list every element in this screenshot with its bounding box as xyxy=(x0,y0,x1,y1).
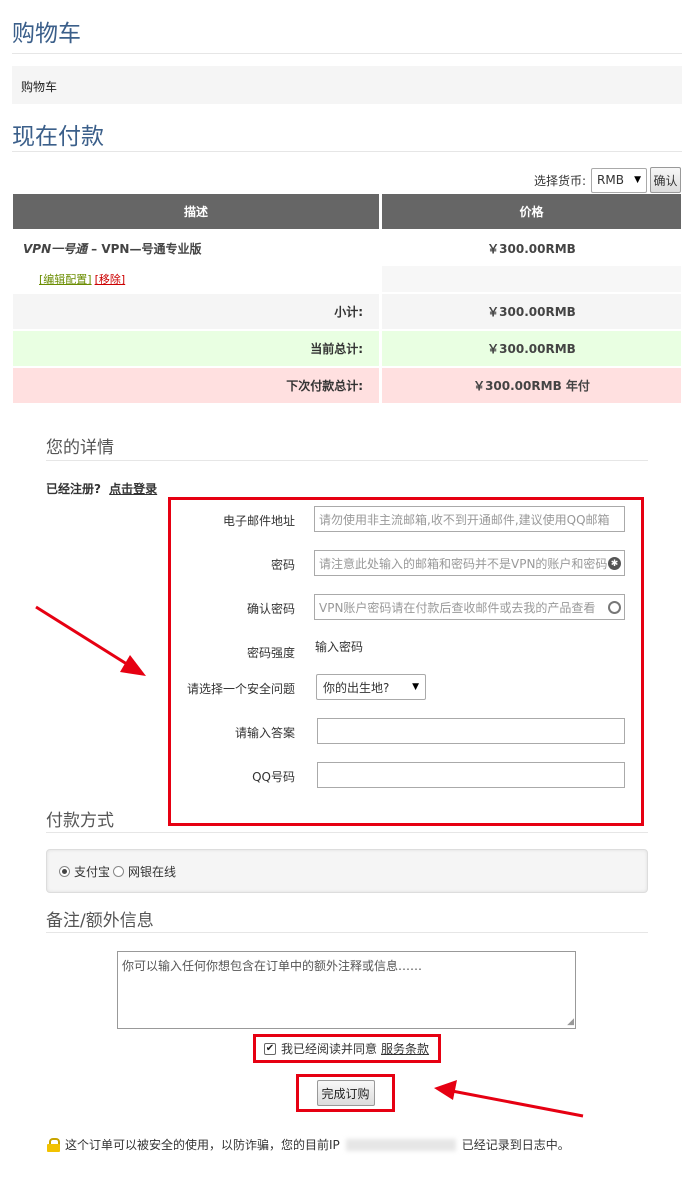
already-registered-text: 已经注册? xyxy=(46,482,101,496)
notes-textarea[interactable]: 你可以输入任何你想包含在订单中的额外注释或信息…… ◢ xyxy=(117,951,576,1029)
cart-header-row: 描述 价格 xyxy=(13,194,681,229)
currency-selected: RMB xyxy=(597,173,624,187)
login-prompt: 已经注册? 点击登录 xyxy=(46,480,157,497)
total-row: 当前总计: ￥300.00RMB xyxy=(13,331,681,366)
email-label: 电子邮件地址 xyxy=(222,514,295,528)
security-notice: 这个订单可以被安全的使用，以防诈骗，您的目前IP 已经记录到日志中。 xyxy=(47,1136,570,1153)
password-strength-row: 密码强度 输入密码 xyxy=(171,638,641,664)
total-value: ￥300.00RMB xyxy=(382,331,681,366)
strength-value: 输入密码 xyxy=(315,640,364,654)
subtotal-value: ￥300.00RMB xyxy=(382,294,681,329)
arrow-icon xyxy=(35,605,146,676)
currency-selector: 选择货币: RMB ▼ 确认 xyxy=(534,167,681,193)
details-divider xyxy=(46,460,648,461)
page-title: 购物车 xyxy=(12,21,81,47)
product-name: – VPN—号通专业版 xyxy=(91,242,202,256)
strength-label: 密码强度 xyxy=(246,646,295,660)
product-actions-row: [编辑配置] [移除] xyxy=(13,266,681,292)
currency-label: 选择货币: xyxy=(533,173,586,188)
resize-grip-icon[interactable]: ◢ xyxy=(567,1017,574,1027)
security-question-row: 请选择一个安全问题 你的出生地? ▼ xyxy=(171,674,641,700)
submit-highlight: 完成订购 xyxy=(296,1074,395,1112)
actions-price-spacer xyxy=(382,266,681,292)
email-field[interactable]: 请勿使用非主流邮箱,收不到开通邮件,建议使用QQ邮箱 xyxy=(314,506,625,532)
answer-label: 请输入答案 xyxy=(234,726,295,740)
notes-heading: 备注/额外信息 xyxy=(46,911,154,931)
login-link[interactable]: 点击登录 xyxy=(109,482,157,496)
payment-label-bank[interactable]: 网银在线 xyxy=(128,863,176,880)
title-divider xyxy=(12,53,682,54)
cart-table: 描述 价格 VPN一号通 – VPN—号通专业版 ￥300.00RMB [编辑配… xyxy=(13,194,681,403)
arrow-icon xyxy=(434,1080,584,1118)
payment-radio-bank[interactable] xyxy=(113,865,125,877)
password-label: 密码 xyxy=(270,558,295,572)
recurring-label: 下次付款总计: xyxy=(13,368,379,403)
payment-options: 支付宝 网银在线 xyxy=(46,849,648,893)
tos-checkbox[interactable]: ✔ xyxy=(264,1042,276,1055)
breadcrumb: 购物车 xyxy=(12,66,682,104)
qq-label: QQ号码 xyxy=(252,770,295,784)
payment-label-alipay[interactable]: 支付宝 xyxy=(74,863,110,880)
answer-field[interactable] xyxy=(317,718,625,744)
password-row: 密码 请注意此处输入的邮箱和密码并不是VPN的账户和密码 ✱ xyxy=(171,550,641,576)
confirm-password-label: 确认密码 xyxy=(246,602,295,616)
tos-link[interactable]: 服务条款 xyxy=(381,1040,429,1057)
total-label: 当前总计: xyxy=(13,331,379,366)
security-text-end: 已经记录到日志中。 xyxy=(461,1138,570,1152)
header-description: 描述 xyxy=(13,194,379,229)
ip-address-redacted xyxy=(345,1138,456,1151)
remove-item-link[interactable]: [移除] xyxy=(95,271,126,287)
breadcrumb-item-cart[interactable]: 购物车 xyxy=(21,78,57,95)
password-placeholder: 请注意此处输入的邮箱和密码并不是VPN的账户和密码 xyxy=(319,556,608,571)
edit-config-link[interactable]: [编辑配置] xyxy=(39,271,92,287)
security-text: 这个订单可以被安全的使用，以防诈骗，您的目前IP xyxy=(65,1138,340,1152)
subtotal-row: 小计: ￥300.00RMB xyxy=(13,294,681,329)
product-group: VPN一号通 xyxy=(23,242,88,256)
recurring-value: ￥300.00RMB 年付 xyxy=(382,368,681,403)
qq-field[interactable] xyxy=(317,762,625,788)
password-field[interactable]: 请注意此处输入的邮箱和密码并不是VPN的账户和密码 ✱ xyxy=(314,550,625,576)
security-question-label: 请选择一个安全问题 xyxy=(186,682,295,696)
recurring-total-row: 下次付款总计: ￥300.00RMB 年付 xyxy=(13,368,681,403)
confirm-password-field[interactable]: VPN账户密码请在付款后查收邮件或去我的产品查看 xyxy=(314,594,625,620)
security-question-select[interactable]: 你的出生地? ▼ xyxy=(316,674,426,700)
qq-row: QQ号码 xyxy=(171,762,641,788)
payment-divider xyxy=(46,832,648,833)
lock-icon xyxy=(47,1138,60,1152)
notes-placeholder: 你可以输入任何你想包含在订单中的额外注释或信息…… xyxy=(122,959,423,973)
product-description: VPN一号通 – VPN—号通专业版 xyxy=(13,231,379,266)
email-placeholder: 请勿使用非主流邮箱,收不到开通邮件,建议使用QQ邮箱 xyxy=(319,512,610,527)
answer-row: 请输入答案 xyxy=(171,718,641,744)
subtotal-label: 小计: xyxy=(13,294,379,329)
section-title: 现在付款 xyxy=(12,124,104,150)
tos-text: 我已经阅读并同意 xyxy=(281,1042,378,1056)
tos-agreement: ✔ 我已经阅读并同意 服务条款 xyxy=(253,1034,441,1063)
payment-radio-alipay[interactable] xyxy=(59,865,70,877)
section-divider xyxy=(12,151,682,152)
signup-form: 电子邮件地址 请勿使用非主流邮箱,收不到开通邮件,建议使用QQ邮箱 密码 请注意… xyxy=(168,497,644,826)
password-toggle-icon[interactable]: ✱ xyxy=(608,557,621,570)
email-row: 电子邮件地址 请勿使用非主流邮箱,收不到开通邮件,建议使用QQ邮箱 xyxy=(171,506,641,532)
password-toggle-icon[interactable] xyxy=(608,601,621,614)
security-question-selected: 你的出生地? xyxy=(323,680,390,695)
table-row: VPN一号通 – VPN—号通专业版 ￥300.00RMB xyxy=(13,231,681,266)
currency-select[interactable]: RMB ▼ xyxy=(591,167,647,193)
product-price: ￥300.00RMB xyxy=(487,242,576,256)
confirm-password-row: 确认密码 VPN账户密码请在付款后查收邮件或去我的产品查看 xyxy=(171,594,641,620)
chevron-down-icon: ▼ xyxy=(634,175,641,185)
header-price: 价格 xyxy=(382,194,681,229)
confirm-password-placeholder: VPN账户密码请在付款后查收邮件或去我的产品查看 xyxy=(319,600,596,615)
details-heading: 您的详情 xyxy=(46,438,114,458)
complete-order-button[interactable]: 完成订购 xyxy=(316,1080,375,1106)
chevron-down-icon: ▼ xyxy=(412,682,419,692)
product-actions: [编辑配置] [移除] xyxy=(13,266,379,292)
currency-confirm-button[interactable]: 确认 xyxy=(650,167,681,193)
notes-divider xyxy=(46,932,648,933)
payment-heading: 付款方式 xyxy=(46,811,114,831)
